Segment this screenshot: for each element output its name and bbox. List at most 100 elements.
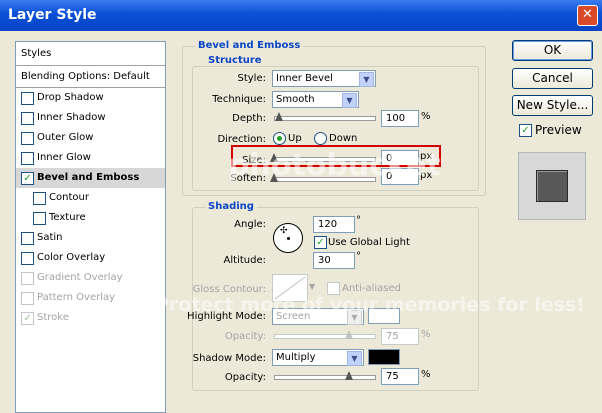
depth-input[interactable]: 100 [381,110,419,127]
shadow-mode-label: Shadow Mode: [192,353,266,364]
slider-thumb[interactable] [270,173,278,182]
style-item-checkbox[interactable] [33,212,46,225]
direction-down-label: Down [329,133,358,144]
style-item[interactable]: Gradient Overlay [16,268,165,288]
direction-down-radio[interactable] [314,132,327,145]
highlight-mode-select[interactable]: Screen ▼ [272,308,364,325]
style-item-label: Inner Glow [37,152,91,163]
style-item-label: Drop Shadow [37,92,104,103]
cancel-button[interactable]: Cancel [512,68,593,89]
angle-input[interactable]: 120 [313,216,355,233]
style-item[interactable]: Inner Glow [16,148,165,168]
style-item[interactable]: Drop Shadow [16,88,165,108]
style-select[interactable]: Inner Bevel ▼ [272,70,376,87]
shadow-color-swatch[interactable] [368,349,400,365]
shadow-mode-select[interactable]: Multiply ▼ [272,349,364,366]
title-bar: Layer Style ✕ [0,0,602,31]
styles-header[interactable]: Styles [21,44,51,64]
preview-swatch [536,170,568,202]
new-style-button[interactable]: New Style... [512,95,593,116]
highlight-opacity-unit: % [421,329,431,340]
highlight-color-swatch[interactable] [368,308,400,324]
crosshair-icon: ✣ [280,226,288,236]
style-item-label: Pattern Overlay [37,292,116,303]
highlight-opacity-input[interactable]: 75 [381,328,419,345]
style-item-label: Satin [37,232,63,243]
ok-button[interactable]: OK [512,40,593,61]
chevron-down-icon: ▼ [347,351,362,366]
shadow-opacity-label: Opacity: [224,372,266,383]
style-item[interactable]: Outer Glow [16,128,165,148]
structure-title: Structure [205,55,265,66]
blending-options-item[interactable]: Blending Options: Default [21,67,150,87]
style-item[interactable]: Color Overlay [16,248,165,268]
depth-slider[interactable] [274,112,376,124]
style-item[interactable]: Contour [16,188,165,208]
direction-label: Direction: [217,134,266,145]
style-item-checkbox[interactable] [21,132,34,145]
slider-thumb[interactable] [345,330,353,339]
slider-track [274,177,376,182]
window-title: Layer Style [8,7,97,23]
soften-slider[interactable] [270,173,376,185]
style-item-label: Gradient Overlay [37,272,123,283]
gloss-contour-label: Gloss Contour: [192,284,266,295]
style-item-checkbox[interactable] [21,232,34,245]
shadow-opacity-slider[interactable] [274,371,376,383]
preview-checkbox[interactable]: ✓ [519,124,532,137]
style-item-label: Inner Shadow [37,112,106,123]
global-light-checkbox[interactable]: ✓ [314,236,327,249]
style-item-checkbox[interactable] [21,272,34,285]
style-item[interactable]: ✓ Stroke [16,308,165,328]
direction-up-radio[interactable] [273,132,286,145]
global-light-label: Use Global Light [328,237,410,248]
slider-track [274,375,376,380]
soften-unit: px [420,170,433,181]
altitude-unit: ° [356,251,361,262]
soften-label: Soften: [230,173,266,184]
bevel-emboss-title: Bevel and Emboss [195,40,304,51]
technique-select[interactable]: Smooth ▼ [272,91,359,108]
style-item-checkbox[interactable] [21,292,34,305]
chevron-down-icon: ▼ [359,72,374,87]
slider-thumb[interactable] [345,371,353,380]
style-item-label: Color Overlay [37,252,106,263]
gloss-dropdown-icon[interactable]: ▼ [309,282,315,291]
anti-aliased-checkbox[interactable] [327,282,340,295]
shadow-opacity-unit: % [421,369,431,380]
style-item-checkbox[interactable] [33,192,46,205]
altitude-input[interactable]: 30 [313,252,355,269]
preview-label: Preview [535,123,582,137]
style-item[interactable]: Satin [16,228,165,248]
style-item[interactable]: Pattern Overlay [16,288,165,308]
contour-curve-icon [274,276,306,300]
dialog-body: Styles Blending Options: Default Drop Sh… [0,31,602,413]
style-item-checkbox[interactable]: ✓ [21,172,34,185]
shading-title: Shading [205,201,257,212]
style-item-checkbox[interactable]: ✓ [21,312,34,325]
gloss-contour-picker[interactable] [272,274,308,302]
style-item[interactable]: ✓ Bevel and Emboss [16,168,165,188]
shadow-opacity-input[interactable]: 75 [381,368,419,385]
chevron-down-icon: ▼ [342,93,357,108]
close-button[interactable]: ✕ [577,5,598,26]
angle-dial[interactable]: ✣ [273,223,303,253]
slider-thumb[interactable] [275,112,283,121]
slider-track [274,116,376,121]
highlight-mode-value: Screen [276,311,311,322]
depth-unit: % [421,111,431,122]
technique-label: Technique: [212,94,266,105]
style-item-checkbox[interactable] [21,252,34,265]
highlight-opacity-slider[interactable] [274,330,376,342]
style-item[interactable]: Texture [16,208,165,228]
style-item-checkbox[interactable] [21,152,34,165]
style-item-label: Outer Glow [37,132,94,143]
style-item[interactable]: Inner Shadow [16,108,165,128]
shadow-mode-value: Multiply [276,352,316,363]
highlight-opacity-label: Opacity: [224,331,266,342]
soften-input[interactable]: 0 [381,168,419,185]
style-item-checkbox[interactable] [21,92,34,105]
style-item-checkbox[interactable] [21,112,34,125]
style-label: Style: [237,73,267,84]
style-item-label: Stroke [37,312,69,323]
